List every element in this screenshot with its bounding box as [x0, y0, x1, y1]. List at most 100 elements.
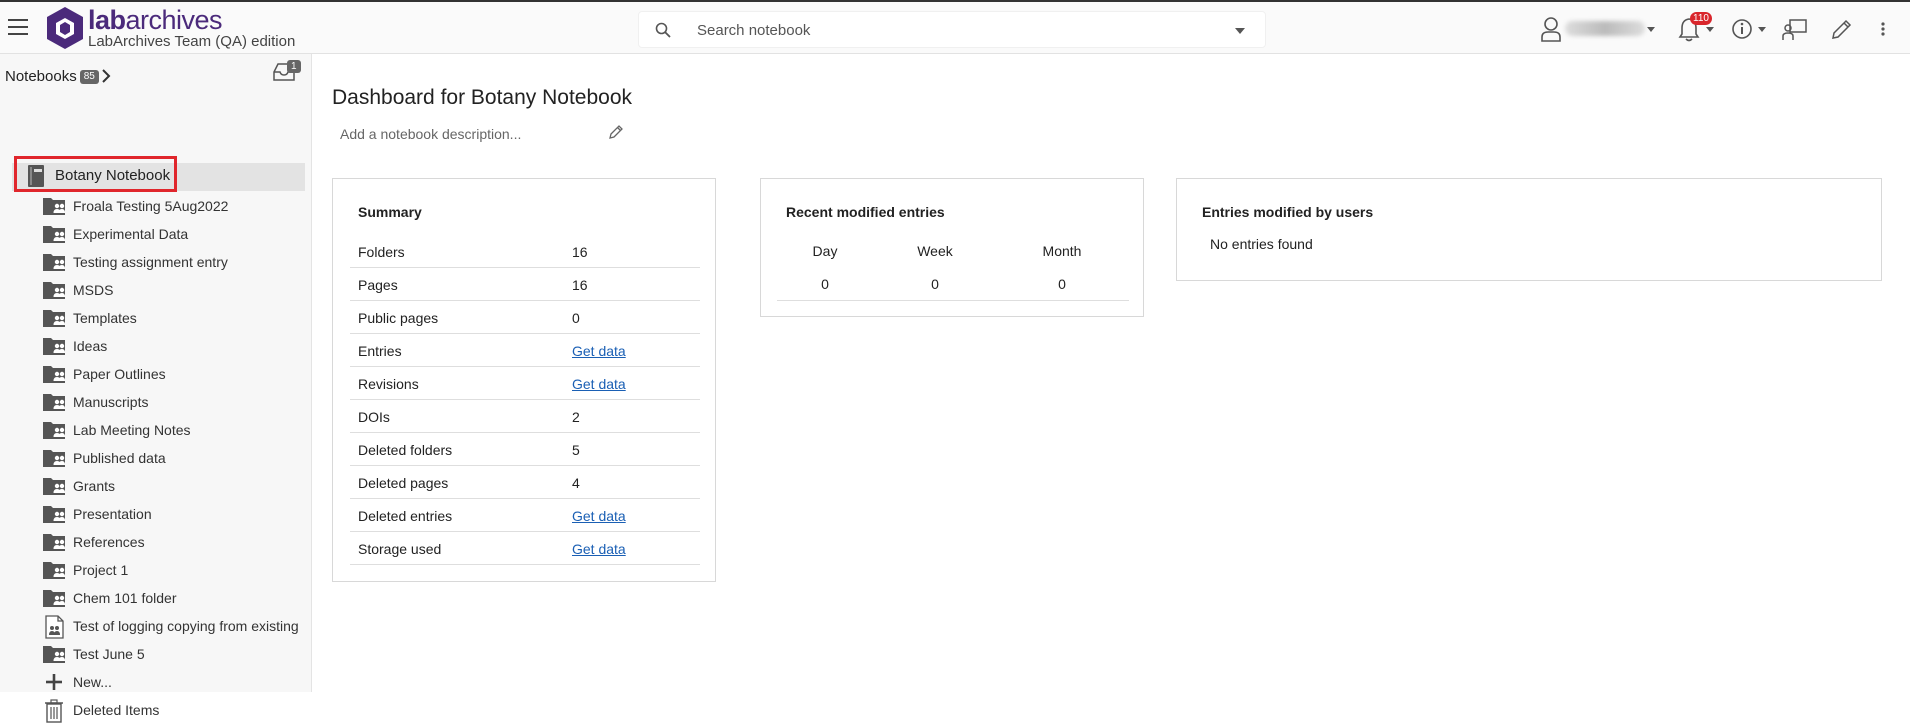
summary-value: 16 [572, 277, 588, 293]
user-menu-chevron-icon[interactable] [1647, 27, 1655, 32]
sidebar-item-label[interactable]: New... [73, 674, 112, 690]
presentation-icon[interactable] [1782, 15, 1808, 43]
user-icon[interactable] [1540, 15, 1562, 43]
sidebar-item-label[interactable]: Test of logging copying from existing [73, 618, 299, 634]
sidebar-item[interactable]: Testing assignment entry [42, 251, 307, 275]
info-chevron-icon[interactable] [1758, 27, 1766, 32]
brand: labarchives LabArchives Team (QA) editio… [88, 6, 295, 50]
edition-label: LabArchives Team (QA) edition [88, 33, 296, 50]
sidebar-item[interactable]: Presentation [42, 503, 307, 527]
sidebar-item-label[interactable]: Published data [73, 450, 166, 466]
sidebar-item[interactable]: Templates [42, 307, 307, 331]
get-data-link[interactable]: Get data [572, 508, 626, 524]
sidebar-item-label[interactable]: Project 1 [73, 562, 128, 578]
sidebar-item[interactable]: MSDS [42, 279, 307, 303]
notebooks-count-badge: 85 [79, 70, 99, 84]
summary-row: Deleted entries Get data [350, 499, 700, 532]
summary-key: Deleted folders [358, 442, 453, 458]
sidebar-item[interactable]: Lab Meeting Notes [42, 419, 307, 443]
summary-card: Summary Folders 16 Pages 16 Public pages 0 Ent… [332, 178, 716, 582]
sidebar-item[interactable]: Grants [42, 475, 307, 499]
get-data-link[interactable]: Get data [572, 376, 626, 392]
summary-value: 0 [572, 310, 580, 326]
info-icon[interactable] [1731, 15, 1753, 43]
search-input[interactable]: Search notebook [697, 22, 810, 39]
summary-key: DOIs [358, 409, 390, 425]
get-data-link[interactable]: Get data [572, 541, 626, 557]
sidebar-item-label[interactable]: Froala Testing 5Aug2022 [73, 198, 228, 214]
sidebar-item[interactable]: Test of logging copying from existing [42, 615, 307, 639]
sidebar-item[interactable]: Ideas [42, 335, 307, 359]
summary-row: Folders 16 [350, 235, 700, 268]
summary-value: 5 [572, 442, 580, 458]
sidebar-item-label[interactable]: Grants [73, 478, 115, 494]
sidebar-item[interactable]: Test June 5 [42, 643, 307, 667]
summary-key: Entries [358, 343, 402, 359]
more-vertical-icon[interactable] [1879, 15, 1887, 43]
sidebar-item[interactable]: Paper Outlines [42, 363, 307, 387]
summary-title: Summary [358, 204, 422, 220]
sidebar-item[interactable]: Chem 101 folder [42, 587, 307, 611]
sidebar-item[interactable]: New... [42, 671, 307, 695]
week-count: 0 [931, 276, 939, 292]
chevron-right-icon[interactable] [101, 68, 111, 84]
summary-key: Folders [358, 244, 405, 260]
sidebar-item-label[interactable]: References [73, 534, 145, 550]
sidebar-item-label[interactable]: Test June 5 [73, 646, 145, 662]
get-data-link[interactable]: Get data [572, 343, 626, 359]
summary-value: 2 [572, 409, 580, 425]
top-bar: labarchives LabArchives Team (QA) editio… [0, 0, 1910, 54]
sidebar-item[interactable]: Froala Testing 5Aug2022 [42, 195, 307, 219]
divider [777, 300, 1129, 301]
plus-icon [42, 671, 68, 698]
shared-folder-icon [42, 279, 68, 306]
sidebar-item-label[interactable]: Ideas [73, 338, 107, 354]
shared-folder-icon [42, 587, 68, 614]
edit-pen-icon[interactable] [1829, 15, 1853, 43]
user-entries-title: Entries modified by users [1202, 204, 1374, 220]
shared-folder-icon [42, 447, 68, 474]
sidebar: Notebooks 85 1 Botany Notebook Froala Tes… [0, 54, 312, 723]
summary-row: DOIs 2 [350, 400, 700, 433]
summary-key: Revisions [358, 376, 419, 392]
sidebar-item-label[interactable]: Chem 101 folder [73, 590, 177, 606]
shared-folder-icon [42, 223, 68, 250]
recent-entries-card: Recent modified entries Day Week Month 0… [760, 178, 1144, 317]
notification-chevron-icon[interactable] [1706, 27, 1714, 32]
shared-page-icon [42, 615, 68, 644]
search-box[interactable]: Search notebook [638, 11, 1266, 48]
notebook-description-field[interactable]: Add a notebook description... [340, 126, 521, 142]
active-notebook-label[interactable]: Botany Notebook [55, 167, 170, 184]
sidebar-item-label[interactable]: Deleted Items [73, 702, 159, 718]
brand-lab: lab [88, 5, 126, 35]
shared-folder-icon [42, 559, 68, 586]
inbox-count-badge: 1 [287, 60, 301, 73]
menu-icon[interactable] [8, 19, 28, 35]
sidebar-item-label[interactable]: Experimental Data [73, 226, 188, 242]
search-options-chevron-icon[interactable] [1235, 28, 1245, 34]
sidebar-item[interactable]: Manuscripts [42, 391, 307, 415]
trash-icon [42, 699, 68, 728]
sidebar-item-label[interactable]: Paper Outlines [73, 366, 166, 382]
sidebar-item[interactable]: Project 1 [42, 559, 307, 583]
pencil-icon[interactable] [608, 124, 624, 140]
sidebar-item-label[interactable]: Testing assignment entry [73, 254, 228, 270]
shared-folder-icon [42, 391, 68, 418]
sidebar-item[interactable]: Experimental Data [42, 223, 307, 247]
shared-folder-icon [42, 503, 68, 530]
sidebar-item-label[interactable]: Lab Meeting Notes [73, 422, 191, 438]
column-header-day: Day [812, 243, 838, 259]
sidebar-item[interactable]: References [42, 531, 307, 555]
summary-row: Deleted folders 5 [350, 433, 700, 466]
sidebar-item-label[interactable]: Presentation [73, 506, 152, 522]
sidebar-item[interactable]: Published data [42, 447, 307, 471]
sidebar-item-label[interactable]: Manuscripts [73, 394, 148, 410]
notebooks-label[interactable]: Notebooks [5, 68, 77, 85]
sidebar-item-label[interactable]: Templates [73, 310, 137, 326]
notebooks-header[interactable]: Notebooks 85 [5, 68, 99, 85]
user-entries-card: Entries modified by users No entries fou… [1176, 178, 1882, 281]
sidebar-item-label[interactable]: MSDS [73, 282, 113, 298]
user-name-blurred[interactable] [1565, 21, 1645, 36]
shared-folder-icon [42, 363, 68, 390]
sidebar-item[interactable]: Deleted Items [42, 699, 307, 723]
